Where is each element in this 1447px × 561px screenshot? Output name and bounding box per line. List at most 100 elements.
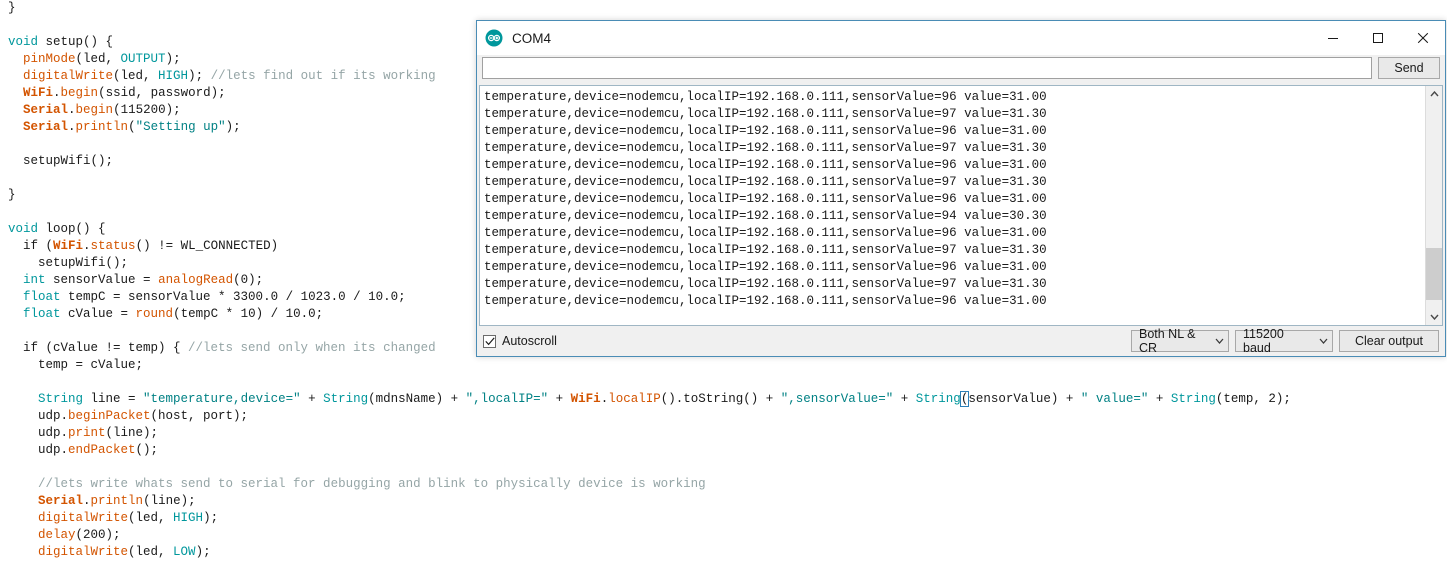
code-token: () != WL_CONNECTED) <box>135 239 279 253</box>
code-token: setupWifi(); <box>8 256 129 270</box>
scroll-down-icon[interactable] <box>1426 309 1442 325</box>
code-token: ( <box>128 120 136 134</box>
code-token: print <box>68 426 106 440</box>
code-token: round <box>135 307 174 321</box>
code-token: tempC = sensorValue * 3300.0 / 1023.0 / … <box>68 290 406 304</box>
code-token: Serial <box>38 494 84 508</box>
code-token: beginPacket <box>68 409 151 423</box>
code-token: udp. <box>8 426 69 440</box>
code-token: . <box>68 103 76 117</box>
send-button[interactable]: Send <box>1378 57 1440 79</box>
chevron-down-icon <box>1319 338 1328 344</box>
code-token: int <box>23 273 54 287</box>
code-token: + <box>1148 392 1171 406</box>
code-token: (mdnsName) + <box>368 392 466 406</box>
serial-output-line: temperature,device=nodemcu,localIP=192.1… <box>484 294 1047 308</box>
code-line: digitalWrite(led, HIGH); <box>0 510 1447 527</box>
code-token: //lets send only when its changed <box>188 341 436 355</box>
serial-output-scrollbar[interactable] <box>1425 86 1442 325</box>
minimize-icon[interactable] <box>1310 21 1355 55</box>
code-token: //lets write whats send to serial for de… <box>38 477 706 491</box>
baud-rate-value: 115200 baud <box>1243 327 1284 355</box>
code-token: (115200); <box>113 103 181 117</box>
maximize-icon[interactable] <box>1355 21 1400 55</box>
code-token: begin <box>75 103 114 117</box>
serial-output-text[interactable]: temperature,device=nodemcu,localIP=192.1… <box>480 86 1425 325</box>
code-token: "Setting up" <box>135 120 226 134</box>
code-token: ); <box>203 511 219 525</box>
code-token: (ssid, password); <box>98 86 226 100</box>
serial-output-line: temperature,device=nodemcu,localIP=192.1… <box>484 260 1047 274</box>
code-token: void <box>8 222 46 236</box>
baud-rate-dropdown[interactable]: 115200 baud <box>1235 327 1333 355</box>
code-token: } <box>8 188 16 202</box>
serial-monitor-window[interactable]: COM4 Send temperature,device=nodemcu,loc… <box>476 20 1446 357</box>
code-token: (0); <box>233 273 264 287</box>
code-token: digitalWrite <box>38 511 129 525</box>
code-token: HIGH <box>158 69 189 83</box>
code-token: + <box>548 392 571 406</box>
code-line: Serial.println(line); <box>0 493 1447 510</box>
code-token: ",sensorValue=" <box>780 392 894 406</box>
code-token: ); <box>188 69 211 83</box>
code-token: ); <box>165 52 181 66</box>
code-token: + <box>893 392 916 406</box>
code-token: Serial <box>23 120 69 134</box>
serial-output-line: temperature,device=nodemcu,localIP=192.1… <box>484 175 1047 189</box>
serial-output-line: temperature,device=nodemcu,localIP=192.1… <box>484 277 1047 291</box>
code-token: localIP <box>608 392 661 406</box>
code-token: String <box>1170 392 1216 406</box>
line-ending-dropdown[interactable]: Both NL & CR <box>1131 327 1229 355</box>
code-token: float <box>23 290 69 304</box>
autoscroll-checkbox[interactable]: Autoscroll <box>483 334 557 348</box>
window-title: COM4 <box>512 30 552 46</box>
serial-output-panel: temperature,device=nodemcu,localIP=192.1… <box>479 85 1443 326</box>
serial-output-line: temperature,device=nodemcu,localIP=192.1… <box>484 243 1047 257</box>
code-token: (host, port); <box>150 409 249 423</box>
code-token: (temp, 2); <box>1215 392 1291 406</box>
code-token: println <box>90 494 144 508</box>
scrollbar-thumb[interactable] <box>1426 248 1442 300</box>
code-token: () { <box>75 222 106 236</box>
clear-output-button[interactable]: Clear output <box>1339 330 1439 352</box>
serial-monitor-bottom-bar: Autoscroll Both NL & CR 115200 baud Clea… <box>477 326 1445 356</box>
code-token: String <box>323 392 369 406</box>
code-token: pinMode <box>23 52 76 66</box>
code-token: status <box>90 239 136 253</box>
close-icon[interactable] <box>1400 21 1445 55</box>
code-token: setup <box>45 35 84 49</box>
code-token: ",localIP=" <box>465 392 549 406</box>
code-token: } <box>8 1 16 15</box>
code-line: delay(200); <box>0 527 1447 544</box>
arduino-logo-icon <box>485 29 503 47</box>
serial-monitor-titlebar[interactable]: COM4 <box>477 21 1445 55</box>
code-token: . <box>68 120 76 134</box>
code-token: if (cValue != temp) { <box>8 341 189 355</box>
send-row: Send <box>477 55 1445 85</box>
code-token: String <box>915 392 961 406</box>
code-token: ().toString() + <box>660 392 781 406</box>
code-token: println <box>75 120 129 134</box>
scroll-up-icon[interactable] <box>1426 86 1442 102</box>
code-token: (led, <box>75 52 121 66</box>
serial-output-line: temperature,device=nodemcu,localIP=192.1… <box>484 107 1047 121</box>
code-token: loop <box>45 222 76 236</box>
code-token: analogRead <box>158 273 234 287</box>
code-token: HIGH <box>173 511 204 525</box>
code-token: digitalWrite <box>23 69 114 83</box>
send-input[interactable] <box>482 57 1372 79</box>
code-token: sensorValue) + <box>968 392 1081 406</box>
code-token: void <box>8 35 46 49</box>
